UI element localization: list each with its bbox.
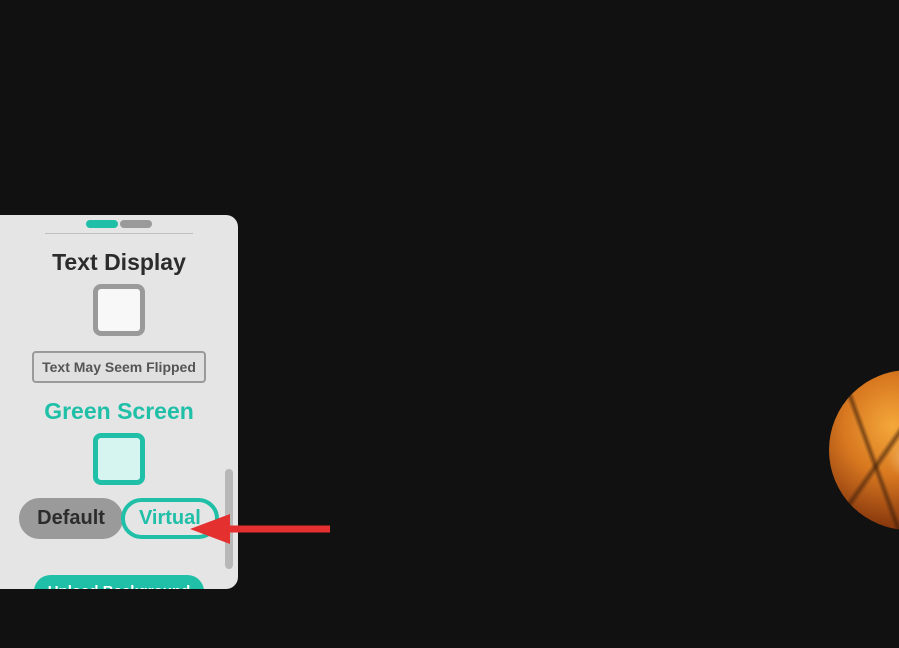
virtual-option[interactable]: Virtual (121, 498, 219, 539)
divider (45, 233, 193, 234)
text-display-title: Text Display (0, 249, 238, 276)
panel-scrollbar[interactable] (225, 469, 233, 569)
default-option[interactable]: Default (19, 498, 123, 539)
text-flipped-note: Text May Seem Flipped (32, 351, 206, 383)
background-mode-toggle: Default Virtual (19, 498, 219, 539)
green-screen-checkbox[interactable] (93, 433, 145, 485)
text-display-checkbox[interactable] (93, 284, 145, 336)
green-screen-title: Green Screen (0, 398, 238, 425)
upload-background-button[interactable]: Upload Background (34, 575, 205, 589)
prior-toggle[interactable] (86, 220, 152, 228)
settings-panel: Text Display Text May Seem Flipped Green… (0, 215, 238, 589)
avatar (829, 370, 899, 530)
